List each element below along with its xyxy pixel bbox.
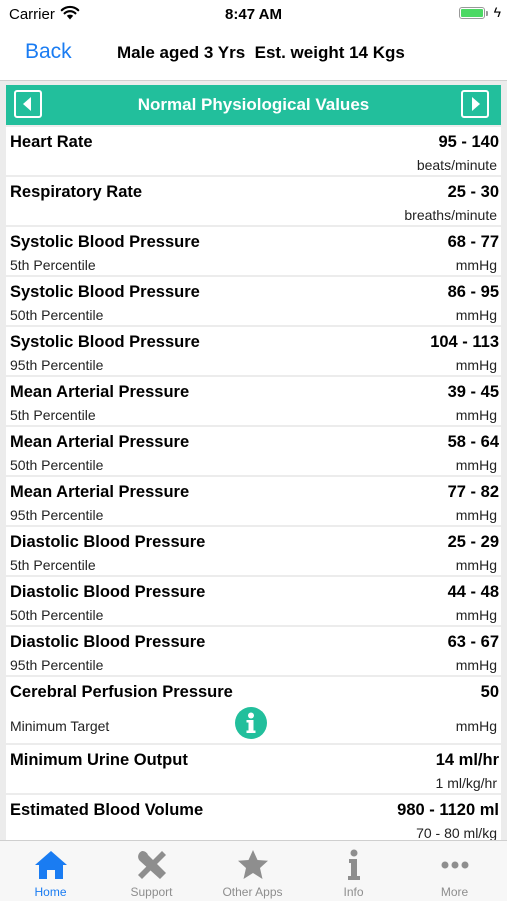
- row-unit: mmHg: [455, 457, 497, 473]
- row-value: 95 - 140: [438, 133, 499, 151]
- battery-icon: [459, 7, 485, 19]
- row-name: Diastolic Blood Pressure: [10, 583, 206, 601]
- row-value: 44 - 48: [447, 583, 499, 601]
- value-row: Respiratory Rate 25 - 30 breaths/minute: [6, 177, 501, 225]
- row-unit: breaths/minute: [404, 207, 497, 223]
- tab-support[interactable]: Support: [101, 841, 202, 901]
- row-subtitle: 50th Percentile: [10, 607, 104, 623]
- row-value: 14 ml/hr: [435, 751, 499, 769]
- row-name: Cerebral Perfusion Pressure: [10, 683, 233, 701]
- row-subtitle: 50th Percentile: [10, 457, 104, 473]
- row-unit: 70 - 80 ml/kg: [416, 825, 497, 840]
- row-name: Systolic Blood Pressure: [10, 333, 200, 351]
- row-subtitle: 95th Percentile: [10, 507, 104, 523]
- info-icon: [246, 712, 256, 733]
- values-list: Heart Rate 95 - 140 beats/minute Respira…: [6, 127, 501, 840]
- row-unit: mmHg: [455, 718, 497, 734]
- clock: 8:47 AM: [225, 6, 282, 23]
- back-button[interactable]: Back: [25, 40, 72, 64]
- value-row: Systolic Blood Pressure 5th Percentile 6…: [6, 227, 501, 275]
- tab-label: Home: [34, 885, 67, 899]
- value-row: Estimated Blood Volume 980 - 1120 ml 70 …: [6, 795, 501, 840]
- tab-label: Other Apps: [222, 885, 283, 899]
- tab-home[interactable]: Home: [0, 841, 101, 901]
- value-row: Mean Arterial Pressure 5th Percentile 39…: [6, 377, 501, 425]
- value-row: Systolic Blood Pressure 95th Percentile …: [6, 327, 501, 375]
- more-icon: [441, 861, 469, 869]
- row-unit: mmHg: [455, 507, 497, 523]
- tab-label: Support: [130, 885, 173, 899]
- navigation-bar: Back Male aged 3 Yrs Est. weight 14 Kgs: [0, 30, 507, 81]
- tab-label: Info: [343, 885, 364, 899]
- row-value: 58 - 64: [447, 433, 499, 451]
- right-arrow-icon: [472, 97, 480, 111]
- section-header: Normal Physiological Values: [6, 85, 501, 125]
- value-row: Mean Arterial Pressure 50th Percentile 5…: [6, 427, 501, 475]
- row-name: Systolic Blood Pressure: [10, 233, 200, 251]
- value-row: Diastolic Blood Pressure 50th Percentile…: [6, 577, 501, 625]
- values-list-container[interactable]: Normal Physiological Values Heart Rate 9…: [0, 81, 507, 840]
- star-icon: [238, 850, 268, 879]
- row-name: Mean Arterial Pressure: [10, 383, 190, 401]
- tab-more[interactable]: More: [404, 841, 505, 901]
- row-value: 63 - 67: [447, 633, 499, 651]
- row-value: 39 - 45: [447, 383, 499, 401]
- row-value: 68 - 77: [447, 233, 499, 251]
- row-name: Minimum Urine Output: [10, 751, 188, 769]
- tab-other-apps[interactable]: Other Apps: [202, 841, 303, 901]
- row-name: Diastolic Blood Pressure: [10, 633, 206, 651]
- row-value: 104 - 113: [430, 333, 499, 351]
- row-name: Diastolic Blood Pressure: [10, 533, 206, 551]
- row-subtitle: 5th Percentile: [10, 557, 96, 573]
- row-unit: mmHg: [455, 557, 497, 573]
- row-value: 86 - 95: [447, 283, 499, 301]
- row-unit: mmHg: [455, 307, 497, 323]
- cpp-info-button[interactable]: [235, 707, 267, 739]
- row-name: Respiratory Rate: [10, 183, 143, 201]
- section-title: Normal Physiological Values: [137, 95, 370, 114]
- house-icon: [35, 851, 67, 879]
- tab-bar: Home Support Other Apps Info More: [0, 840, 507, 901]
- row-subtitle: 5th Percentile: [10, 257, 96, 273]
- tools-icon: [138, 850, 166, 879]
- row-value: 980 - 1120 ml: [397, 801, 499, 819]
- row-name: Estimated Blood Volume: [10, 801, 204, 819]
- value-row: Mean Arterial Pressure 95th Percentile 7…: [6, 477, 501, 525]
- row-unit: mmHg: [455, 607, 497, 623]
- row-value: 77 - 82: [447, 483, 499, 501]
- patient-title: Male aged 3 Yrs Est. weight 14 Kgs: [117, 43, 405, 62]
- row-name: Systolic Blood Pressure: [10, 283, 200, 301]
- row-subtitle: 5th Percentile: [10, 407, 96, 423]
- row-unit: mmHg: [455, 657, 497, 673]
- row-name: Heart Rate: [10, 133, 93, 151]
- row-name: Mean Arterial Pressure: [10, 433, 190, 451]
- row-subtitle: 95th Percentile: [10, 357, 104, 373]
- row-value: 25 - 30: [447, 183, 499, 201]
- charging-bolt-icon: ϟ: [493, 4, 501, 20]
- row-subtitle: 95th Percentile: [10, 657, 104, 673]
- tab-label: More: [440, 885, 469, 899]
- row-unit: mmHg: [455, 407, 497, 423]
- row-subtitle: 50th Percentile: [10, 307, 104, 323]
- status-bar: Carrier 8:47 AM ϟ: [0, 0, 507, 30]
- value-row: Diastolic Blood Pressure 95th Percentile…: [6, 627, 501, 675]
- row-value: 25 - 29: [447, 533, 499, 551]
- row-unit: mmHg: [455, 357, 497, 373]
- row-name: Mean Arterial Pressure: [10, 483, 190, 501]
- row-unit: mmHg: [455, 257, 497, 273]
- info-icon: [348, 849, 360, 880]
- row-unit: 1 ml/kg/hr: [435, 775, 497, 791]
- value-row: Minimum Urine Output 14 ml/hr 1 ml/kg/hr: [6, 745, 501, 793]
- row-subtitle: Minimum Target: [10, 718, 110, 734]
- value-row: Systolic Blood Pressure 50th Percentile …: [6, 277, 501, 325]
- row-value: 50: [480, 683, 499, 701]
- value-row: Heart Rate 95 - 140 beats/minute: [6, 127, 501, 175]
- next-section-button[interactable]: [461, 90, 489, 118]
- battery-tip: [486, 11, 488, 16]
- value-row: Diastolic Blood Pressure 5th Percentile …: [6, 527, 501, 575]
- value-row: Cerebral Perfusion Pressure Minimum Targ…: [6, 677, 501, 743]
- tab-info[interactable]: Info: [303, 841, 404, 901]
- row-unit: beats/minute: [416, 157, 497, 173]
